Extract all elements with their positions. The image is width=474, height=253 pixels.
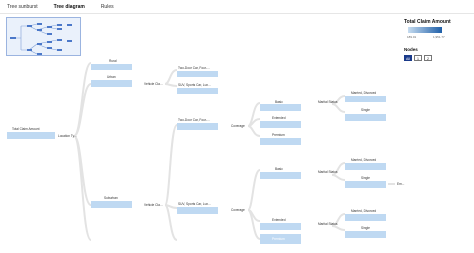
tree-node-urban[interactable]: Urban <box>91 75 132 87</box>
node-label: SUV, Sports Car, Lux... <box>178 202 211 206</box>
split-label-coverage: Coverage <box>231 124 245 128</box>
node-label: Two-Door Car, Four-... <box>178 118 210 122</box>
nodes-2-button[interactable]: 2 <box>424 55 432 61</box>
node-label: Rural <box>109 59 117 63</box>
svg-text:Marital Status: Marital Status <box>318 100 338 104</box>
tree-node-single-2[interactable]: Single <box>345 176 386 188</box>
node-label: Suburban <box>104 196 118 200</box>
tree-node-married-divorced-3[interactable]: Married, Divorced <box>345 209 386 221</box>
color-scale-min: 189.01 <box>407 35 417 39</box>
node-label: Urban <box>107 75 116 79</box>
tree-node-married-divorced-2[interactable]: Married, Divorced <box>345 158 386 170</box>
tree-node-two-door-suburban[interactable]: Two-Door Car, Four-... <box>177 118 218 130</box>
node-label: Single <box>361 226 370 230</box>
node-label: Extended <box>272 218 286 222</box>
nodes-control-title: Nodes <box>404 47 418 52</box>
tree-node-two-door-urban[interactable]: Two-Door Car, Four-... <box>177 66 218 77</box>
split-label-marital-status-1: Marital Status <box>318 100 338 104</box>
split-label-vehicle-class: Vehicle Cla... <box>144 203 163 207</box>
nodes-all-button[interactable]: All <box>404 55 412 61</box>
node-label: Single <box>361 176 370 180</box>
node-label: Married, Divorced <box>351 209 376 213</box>
node-label: Single <box>361 108 370 112</box>
color-scale-gradient <box>408 27 442 33</box>
node-label: Basic <box>275 167 283 171</box>
tree-node-premium-2[interactable]: Premium <box>260 234 301 244</box>
split-label-marital-status-3: Marital Status <box>318 222 338 226</box>
tree-node-suv-urban[interactable]: SUV, Sports Car, Lux... <box>177 83 218 94</box>
tree-diagram[interactable]: Total Claim Amount Location Ty... Rural … <box>0 0 474 253</box>
split-label-vehicle-class: Vehicle Cla... <box>144 82 163 86</box>
split-label-marital-status-2: Marital Status <box>318 170 338 174</box>
tree-node-basic-1[interactable]: Basic <box>260 100 301 111</box>
split-label-coverage: Coverage <box>231 208 245 212</box>
tree-node-suv-suburban[interactable]: SUV, Sports Car, Lux... <box>177 202 218 214</box>
node-label: Premium <box>272 133 285 137</box>
tree-node-single-1[interactable]: Single <box>345 108 386 121</box>
node-label: Married, Divorced <box>351 158 376 162</box>
svg-text:Marital Status: Marital Status <box>318 170 338 174</box>
node-label: Premium <box>272 237 285 241</box>
node-label: Married, Divorced <box>351 91 376 95</box>
node-label: Total Claim Amount <box>12 127 40 131</box>
node-label: Two-Door Car, Four-... <box>178 66 210 70</box>
split-label-location-type: Location Ty... <box>58 134 77 138</box>
tree-node-basic-2[interactable]: Basic <box>260 167 301 179</box>
tree-node-rural[interactable]: Rural <box>91 59 132 70</box>
nodes-1-button[interactable]: 1 <box>414 55 422 61</box>
tree-node-suburban[interactable]: Suburban <box>91 196 132 208</box>
tree-node-extended-1[interactable]: Extended <box>260 116 301 128</box>
tree-node-married-divorced-1[interactable]: Married, Divorced <box>345 91 386 102</box>
node-label: SUV, Sports Car, Lux... <box>178 83 211 87</box>
legend-title: Total Claim Amount <box>404 19 451 25</box>
node-label: Extended <box>272 116 286 120</box>
tree-node-single-3[interactable]: Single <box>345 226 386 238</box>
color-scale-max: 1,951.77 <box>433 35 445 39</box>
nodes-segmented-control: All 1 2 <box>404 55 432 61</box>
tree-node-total-claim-amount[interactable]: Total Claim Amount <box>7 127 55 139</box>
svg-text:Marital Status: Marital Status <box>318 222 338 226</box>
tree-node-extended-2[interactable]: Extended <box>260 218 301 230</box>
split-label-truncated: Em... <box>397 182 405 186</box>
tree-node-premium-1[interactable]: Premium <box>260 133 301 145</box>
node-label: Basic <box>275 100 283 104</box>
tree-connectors <box>73 62 395 241</box>
